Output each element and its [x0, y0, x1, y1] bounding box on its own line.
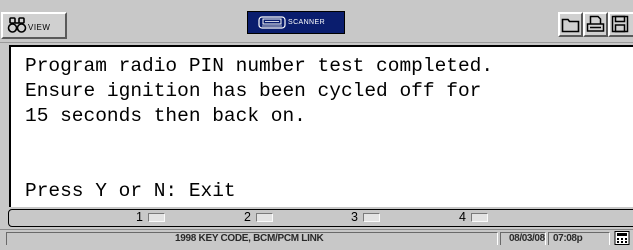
scanner-device-icon — [258, 16, 286, 35]
view-button[interactable]: VIEW — [1, 12, 67, 39]
message-prompt: Press Y or N: Exit — [25, 180, 236, 202]
toolbar: VIEW SCANNER — [0, 0, 633, 43]
function-key-1-indicator — [148, 213, 165, 222]
scanner-button-label: SCANNER — [288, 19, 326, 26]
folder-button[interactable] — [558, 12, 583, 37]
message-line-1: Program radio PIN number test completed. — [25, 55, 494, 77]
function-key-3-label: 3 — [351, 210, 358, 224]
function-key-1-label: 1 — [136, 210, 143, 224]
function-key-3-indicator — [363, 213, 380, 222]
status-description: 1998 KEY CODE, BCM/PCM LINK — [6, 232, 498, 245]
view-button-label: VIEW — [28, 23, 51, 32]
function-key-2-indicator — [256, 213, 273, 222]
status-time: 07:08p — [548, 232, 610, 245]
function-key-4-label: 4 — [459, 210, 466, 224]
function-key-2-label: 2 — [244, 210, 251, 224]
calculator-icon[interactable] — [612, 231, 633, 245]
status-date: 08/03/08 — [500, 232, 546, 245]
save-icon — [611, 15, 630, 39]
folder-icon — [561, 16, 580, 38]
message-line-3: 15 seconds then back on. — [25, 105, 306, 127]
save-button[interactable] — [608, 12, 633, 37]
function-key-4-indicator — [471, 213, 488, 222]
function-key-frame — [8, 209, 633, 227]
message-line-2: Ensure ignition has been cycled off for — [25, 80, 482, 102]
function-key-row: 1 2 3 4 — [0, 208, 633, 228]
scanner-button[interactable]: SCANNER — [247, 11, 345, 34]
print-button[interactable] — [583, 12, 608, 37]
status-bar: 1998 KEY CODE, BCM/PCM LINK 08/03/08 07:… — [0, 229, 633, 245]
binoculars-icon — [7, 17, 27, 39]
printer-icon — [586, 15, 605, 39]
message-display: Program radio PIN number test completed.… — [9, 45, 633, 207]
